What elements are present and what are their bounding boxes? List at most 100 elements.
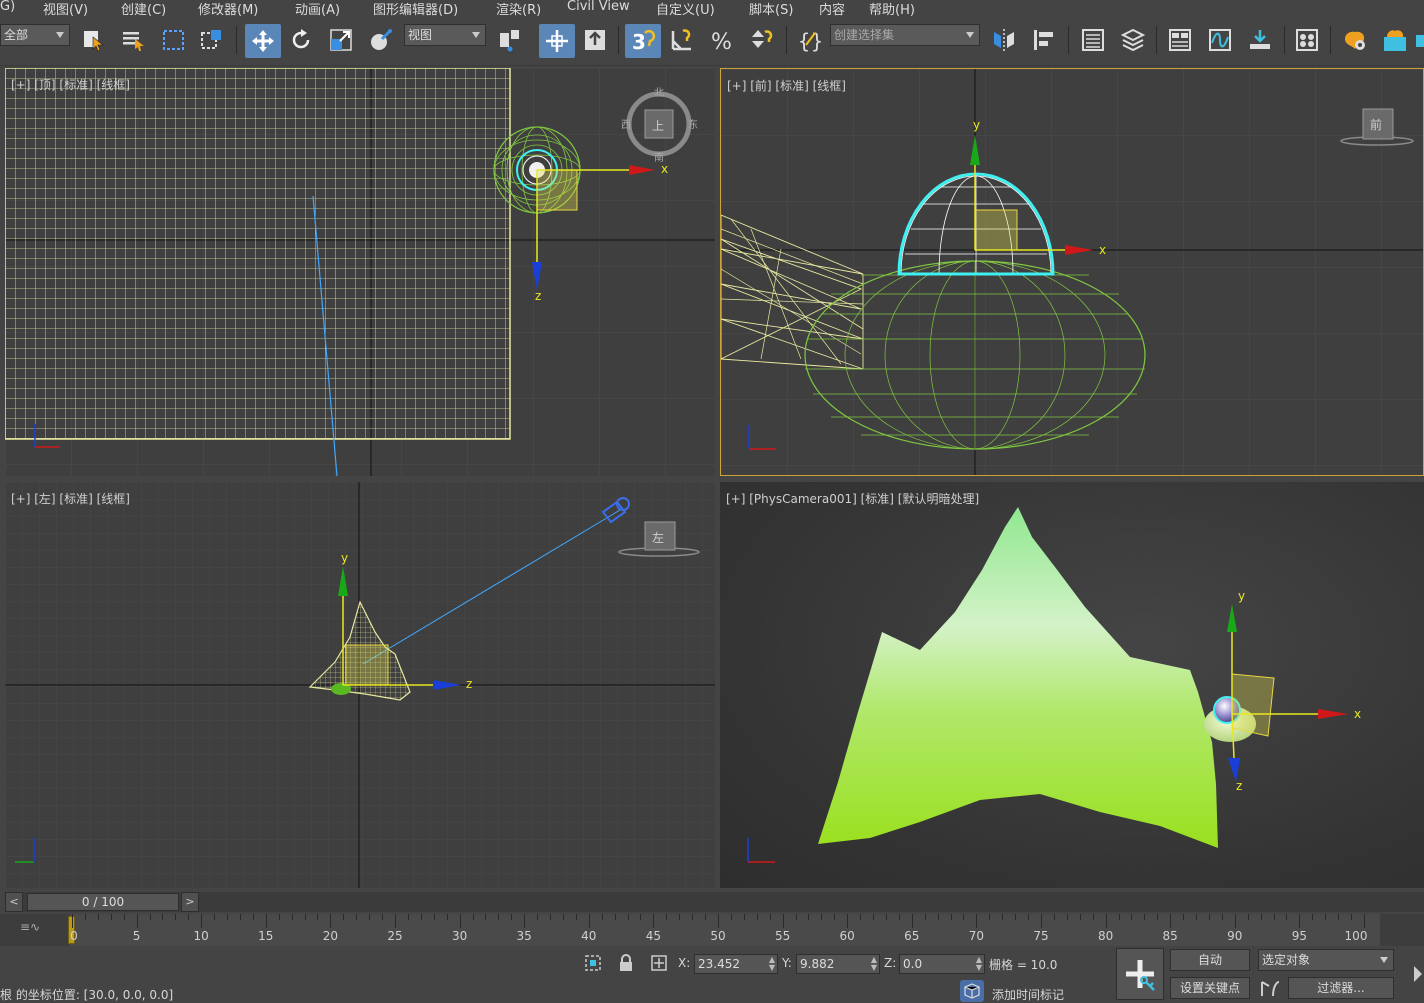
viewport-label-left[interactable]: [+] [左] [标准] [线框] [11,490,130,507]
track-tick [136,914,138,928]
playback-controls-edge[interactable] [1412,950,1424,998]
set-key-big-button[interactable] [1116,948,1164,1000]
set-key-button[interactable]: 设置关键点 [1170,977,1250,999]
spinner-icon[interactable]: ▲ ▼ [871,956,877,972]
ribbon-toggle-button[interactable] [1165,25,1195,55]
spinner-icon[interactable]: ▲ ▼ [976,956,982,972]
angle-snap-button[interactable] [667,25,697,55]
track-tick [588,914,590,928]
menu-item-view[interactable]: 视图(V) [43,0,88,16]
menu-item-create[interactable]: 创建(C) [121,0,166,16]
select-object-button[interactable] [79,25,109,55]
select-by-name-button[interactable] [119,25,149,55]
viewport-label-top[interactable]: [+] [顶] [标准] [线框] [11,76,130,93]
menu-item-content[interactable]: 内容 [819,0,845,16]
select-and-scale-button[interactable] [326,25,356,55]
x-coord-field[interactable]: 23.452 ▲ ▼ [694,954,778,974]
selection-filter-dropdown[interactable]: 全部 [0,24,70,46]
menu-item-animation[interactable]: 动画(A) [295,0,340,16]
spinner-snap-button[interactable] [747,25,777,55]
viewport-camera[interactable]: x y z [+] [PhysCamera001] [标准] [默认明暗处理] [720,482,1424,888]
viewport-top[interactable]: x z 上 北 南 东 西 [+] [顶] [标准] [线框] [5,68,715,476]
render-setup-button[interactable] [1340,25,1370,55]
absolute-offset-toggle[interactable] [650,954,668,972]
isolate-selection-icon [585,955,601,971]
main-toolbar: 全部 视图 3 % {} 创建选择集 [0,16,1424,66]
render-frame-window-button[interactable] [1380,25,1410,55]
track-bar[interactable]: ≡∿ 0 5 10 15 20 25 30 35 40 45 50 55 60 65 70 75 80 85 90 9… [0,914,1424,946]
rect-selection-region-button[interactable] [159,25,189,55]
isolate-selection-toggle[interactable] [584,954,602,972]
menu-item-modifiers[interactable]: 修改器(M) [198,0,258,16]
edit-named-selection-button[interactable]: {} [795,25,825,55]
menu-item-customize[interactable]: 自定义(U) [656,0,715,16]
time-slider[interactable]: < 0 / 100 > [5,892,1424,912]
track-tick [1196,914,1198,920]
snaps-toggle-button[interactable]: 3 [625,24,661,58]
key-filters-button[interactable]: 过滤器... [1288,977,1394,999]
schematic-view-button[interactable] [1245,25,1275,55]
window-crossing-button[interactable] [197,25,227,55]
y-coord-field[interactable]: 9.882 ▲ ▼ [796,954,880,974]
track-tick [679,914,681,920]
reference-coord-dropdown[interactable]: 视图 [404,24,486,46]
viewport-label-camera[interactable]: [+] [PhysCamera001] [标准] [默认明暗处理] [726,490,979,507]
spinner-icon[interactable]: ▲ ▼ [769,956,775,972]
track-tick [550,914,552,920]
key-filter-selection-dropdown[interactable]: 选定对象 [1258,949,1394,971]
add-time-tag-button[interactable] [960,980,984,1002]
viewport-front[interactable]: x y 前 [+] [前] [标准] [线框] [720,68,1424,476]
next-frame-button[interactable]: > [181,892,199,912]
select-and-place-button[interactable] [366,25,396,55]
align-button[interactable] [1029,25,1059,55]
track-tick [1312,914,1314,920]
menu-item-graph-editors[interactable]: 图形编辑器(D) [373,0,458,16]
selection-lock-toggle[interactable] [617,954,635,972]
menu-item-rendering[interactable]: 渲染(R) [496,0,541,16]
menu-item-civil-view[interactable]: Civil View [567,0,630,14]
named-selection-set-dropdown[interactable]: 创建选择集 [830,24,980,46]
toolbar-separator [236,26,237,54]
viewport-left[interactable]: z y 左 [+] [左] [标准] [线框] [5,482,715,888]
key-mode-toggle[interactable] [1258,977,1282,999]
track-tick [524,914,526,928]
viewport-label-front[interactable]: [+] [前] [标准] [线框] [727,77,846,94]
track-tick [627,914,629,920]
z-coord-field[interactable]: 0.0 ▲ ▼ [899,954,985,974]
track-tick [369,914,371,920]
track-tick-label: 0 [70,929,78,943]
prev-frame-button[interactable]: < [5,892,23,912]
compass-north-label: 北 [654,87,664,99]
time-slider-thumb[interactable]: 0 / 100 [27,893,179,911]
mini-curve-editor-icon[interactable]: ≡∿ [20,920,40,934]
mirror-button[interactable] [989,25,1019,55]
schematic-view-icon [1250,30,1270,49]
percent-snap-button[interactable]: % [707,25,737,55]
gizmo-y-label: y [1238,589,1245,603]
menu-item-scripting[interactable]: 脚本(S) [749,0,793,16]
track-tick [537,914,539,920]
track-tick [485,914,487,920]
pivot-center-button[interactable] [495,25,525,55]
select-and-move-button[interactable] [245,24,281,58]
select-and-manipulate-button[interactable] [539,24,575,58]
viewcube-face-label: 左 [652,530,664,545]
select-and-rotate-button[interactable] [286,25,316,55]
menu-item-group[interactable]: G) [0,0,15,14]
add-time-tag-label[interactable]: 添加时间标记 [992,986,1064,1003]
track-tick [1028,914,1030,920]
curve-editor-button[interactable] [1205,25,1235,55]
render-button[interactable] [1414,25,1424,55]
track-tick [989,914,991,920]
chevron-down-icon [966,32,974,38]
track-tick [110,914,112,920]
menu-item-help[interactable]: 帮助(H) [869,0,915,16]
keyboard-shortcut-override-button[interactable] [580,25,610,55]
layer-explorer-button[interactable] [1118,25,1148,55]
auto-key-button[interactable]: 自动 [1170,949,1250,971]
track-tick [1234,914,1236,928]
lock-icon [620,954,632,971]
scene-explorer-button[interactable] [1078,25,1108,55]
track-tick [343,914,345,920]
material-editor-button[interactable] [1292,25,1322,55]
